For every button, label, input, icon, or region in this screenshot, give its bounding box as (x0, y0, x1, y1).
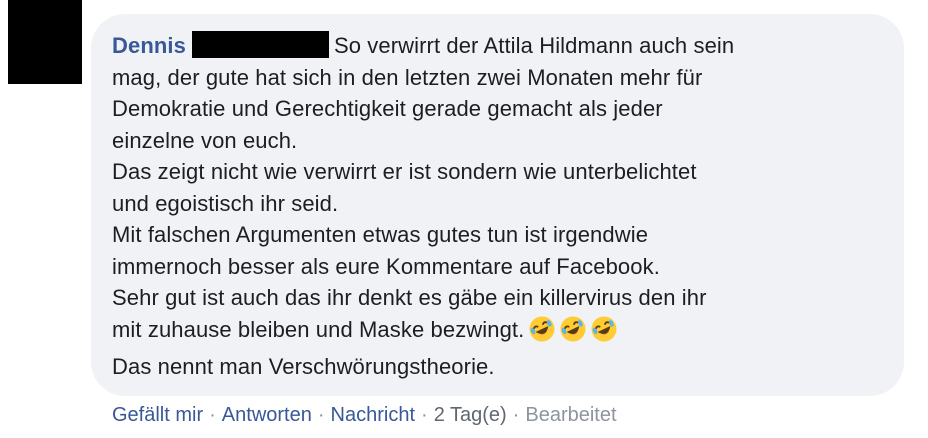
separator-dot: · (209, 404, 216, 426)
author-name-link[interactable]: Dennis (112, 33, 186, 58)
message-link[interactable]: Nachricht (331, 404, 415, 426)
separator-dot: · (317, 404, 325, 426)
redacted-surname-block (191, 31, 329, 58)
comment-body: Dennis So verwirrt der Attila Hildmann au… (112, 30, 892, 383)
comment-line: Das zeigt nicht wie verwirrt er ist sond… (112, 159, 697, 184)
comment-line: immernoch besser als eure Kommentare auf… (112, 253, 660, 279)
comment-line: Demokratie und Gerechtigkeit gerade gema… (112, 96, 663, 121)
comment-line: und egoistisch ihr seid. (112, 190, 339, 216)
comment-line-with-emojis: mit zuhause bleiben und Maske bezwingt. (112, 314, 892, 352)
comment-action-bar: Gefällt mir · Antworten · Nachricht · 2 Tag(e)… (112, 402, 617, 428)
comment-line: Mit falschen Argumenten etwas gutes tun … (112, 222, 649, 247)
comment-line: mag, der gute hat sich in den letzten zw… (112, 64, 703, 90)
rolling-on-floor-laughing-icon (560, 316, 586, 341)
avatar-redacted[interactable] (8, 0, 82, 84)
edited-label: Bearbeitet (525, 404, 617, 426)
comment-line: einzelne von euch. (112, 127, 298, 153)
timestamp-link[interactable]: 2 Tag(e) (434, 404, 507, 426)
emoji-group (528, 315, 621, 352)
comment-line: Sehr gut ist auch das ihr denkt es gäbe … (112, 285, 707, 310)
comment-line: So verwirrt der Attila Hildmann auch sei… (333, 33, 735, 58)
separator-dot: · (512, 404, 520, 426)
comment-line: Das nennt man Verschwörungstheorie. (112, 354, 495, 379)
like-link[interactable]: Gefällt mir (112, 404, 203, 426)
reply-link[interactable]: Antworten (222, 404, 312, 426)
rolling-on-floor-laughing-icon (529, 316, 555, 341)
rolling-on-floor-laughing-icon (591, 316, 617, 341)
comment-line: mit zuhause bleiben und Maske bezwingt. (112, 316, 525, 342)
separator-dot: · (421, 404, 428, 426)
comment-first-line: Dennis So verwirrt der Attila Hildmann au… (112, 30, 892, 62)
